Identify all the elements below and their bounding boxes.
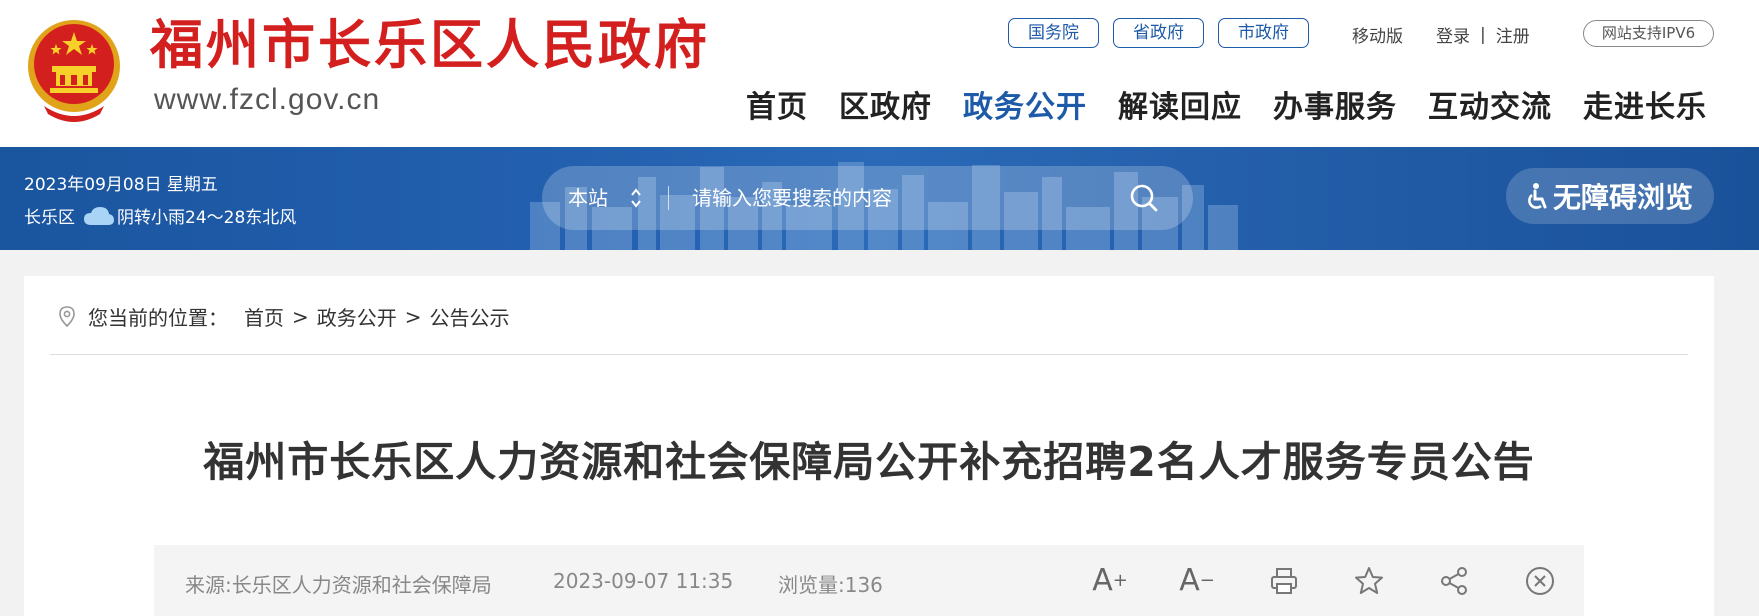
article-title: 福州市长乐区人力资源和社会保障局公开补充招聘2名人才服务专员公告 bbox=[203, 438, 1535, 486]
share-icon[interactable] bbox=[1438, 565, 1470, 597]
breadcrumb-divider bbox=[50, 354, 1688, 355]
search-bar: 本站 bbox=[542, 166, 1193, 230]
gov-link-city[interactable]: 市政府 bbox=[1218, 18, 1309, 48]
nav-about-changle[interactable]: 走进长乐 bbox=[1583, 82, 1707, 126]
site-url: www.fzcl.gov.cn bbox=[154, 83, 381, 116]
article-panel: 您当前的位置： 首页 > 政务公开 > 公告公示 福州市长乐区人力资源和社会保障… bbox=[24, 276, 1714, 616]
register-link[interactable]: 注册 bbox=[1496, 22, 1530, 47]
cloud-icon bbox=[84, 206, 114, 225]
weather-info: 长乐区 阴转小雨24～28东北风 bbox=[24, 203, 296, 228]
article-views: 浏览量:136 bbox=[778, 573, 883, 597]
breadcrumb-home[interactable]: 首页 bbox=[244, 302, 284, 331]
gov-link-province[interactable]: 省政府 bbox=[1113, 18, 1204, 48]
font-increase-icon[interactable]: A + bbox=[1092, 565, 1128, 597]
nav-interaction[interactable]: 互动交流 bbox=[1428, 82, 1552, 126]
nav-district-gov[interactable]: 区政府 bbox=[839, 82, 932, 126]
search-scope-select[interactable]: 本站 bbox=[568, 166, 608, 230]
article-datetime: 2023-09-07 11:35 bbox=[553, 569, 734, 593]
mobile-version-link[interactable]: 移动版 bbox=[1352, 22, 1403, 47]
site-header: 福州市长乐区人民政府 www.fzcl.gov.cn 国务院 省政府 市政府 移… bbox=[0, 0, 1759, 147]
star-icon[interactable] bbox=[1353, 565, 1385, 597]
search-input[interactable] bbox=[692, 180, 1112, 216]
accessibility-label: 无障碍浏览 bbox=[1552, 181, 1693, 214]
wheelchair-icon bbox=[1528, 183, 1547, 209]
nav-home[interactable]: 首页 bbox=[746, 82, 808, 126]
login-link[interactable]: 登录 bbox=[1436, 22, 1470, 47]
breadcrumb-announcements[interactable]: 公告公示 bbox=[430, 302, 510, 331]
breadcrumb-separator: > bbox=[292, 304, 309, 329]
breadcrumb: 您当前的位置： 首页 > 政务公开 > 公告公示 bbox=[58, 302, 510, 331]
district-label: 长乐区 bbox=[24, 208, 75, 228]
login-register-separator: | bbox=[1480, 24, 1486, 45]
breadcrumb-prefix: 您当前的位置： bbox=[88, 306, 228, 330]
search-divider bbox=[668, 186, 669, 210]
nav-interpretation[interactable]: 解读回应 bbox=[1118, 82, 1242, 126]
article-source: 来源:长乐区人力资源和社会保障局 bbox=[185, 573, 492, 597]
font-decrease-icon[interactable]: A − bbox=[1179, 565, 1215, 597]
search-icon[interactable] bbox=[1128, 182, 1160, 214]
weather-text: 阴转小雨24～28东北风 bbox=[117, 208, 297, 228]
location-pin-icon bbox=[59, 305, 75, 327]
print-icon[interactable] bbox=[1268, 565, 1300, 597]
banner: 2023年09月08日 星期五 长乐区 阴转小雨24～28东北风 本站 无障碍浏… bbox=[0, 147, 1759, 250]
gov-link-state-council[interactable]: 国务院 bbox=[1008, 18, 1099, 48]
close-icon[interactable] bbox=[1524, 565, 1556, 597]
breadcrumb-gov-affairs[interactable]: 政务公开 bbox=[317, 302, 397, 331]
breadcrumb-separator: > bbox=[404, 304, 422, 329]
site-name: 福州市长乐区人民政府 bbox=[150, 14, 710, 76]
accessibility-button[interactable]: 无障碍浏览 bbox=[1506, 168, 1714, 224]
current-date: 2023年09月08日 星期五 bbox=[24, 175, 218, 195]
national-emblem-icon bbox=[24, 14, 124, 122]
nav-gov-affairs[interactable]: 政务公开 bbox=[963, 82, 1087, 126]
gov-links: 国务院 省政府 市政府 bbox=[1008, 18, 1309, 48]
ipv6-badge: 网站支持IPV6 bbox=[1583, 20, 1714, 47]
nav-services[interactable]: 办事服务 bbox=[1273, 82, 1397, 126]
top-links: 移动版 登录 | 注册 bbox=[1352, 22, 1530, 48]
article-meta-bar: 来源:长乐区人力资源和社会保障局 2023-09-07 11:35 浏览量:13… bbox=[154, 545, 1584, 616]
main-nav: 首页 区政府 政务公开 解读回应 办事服务 互动交流 走进长乐 bbox=[746, 82, 1707, 126]
sort-arrows-icon[interactable] bbox=[630, 187, 642, 209]
